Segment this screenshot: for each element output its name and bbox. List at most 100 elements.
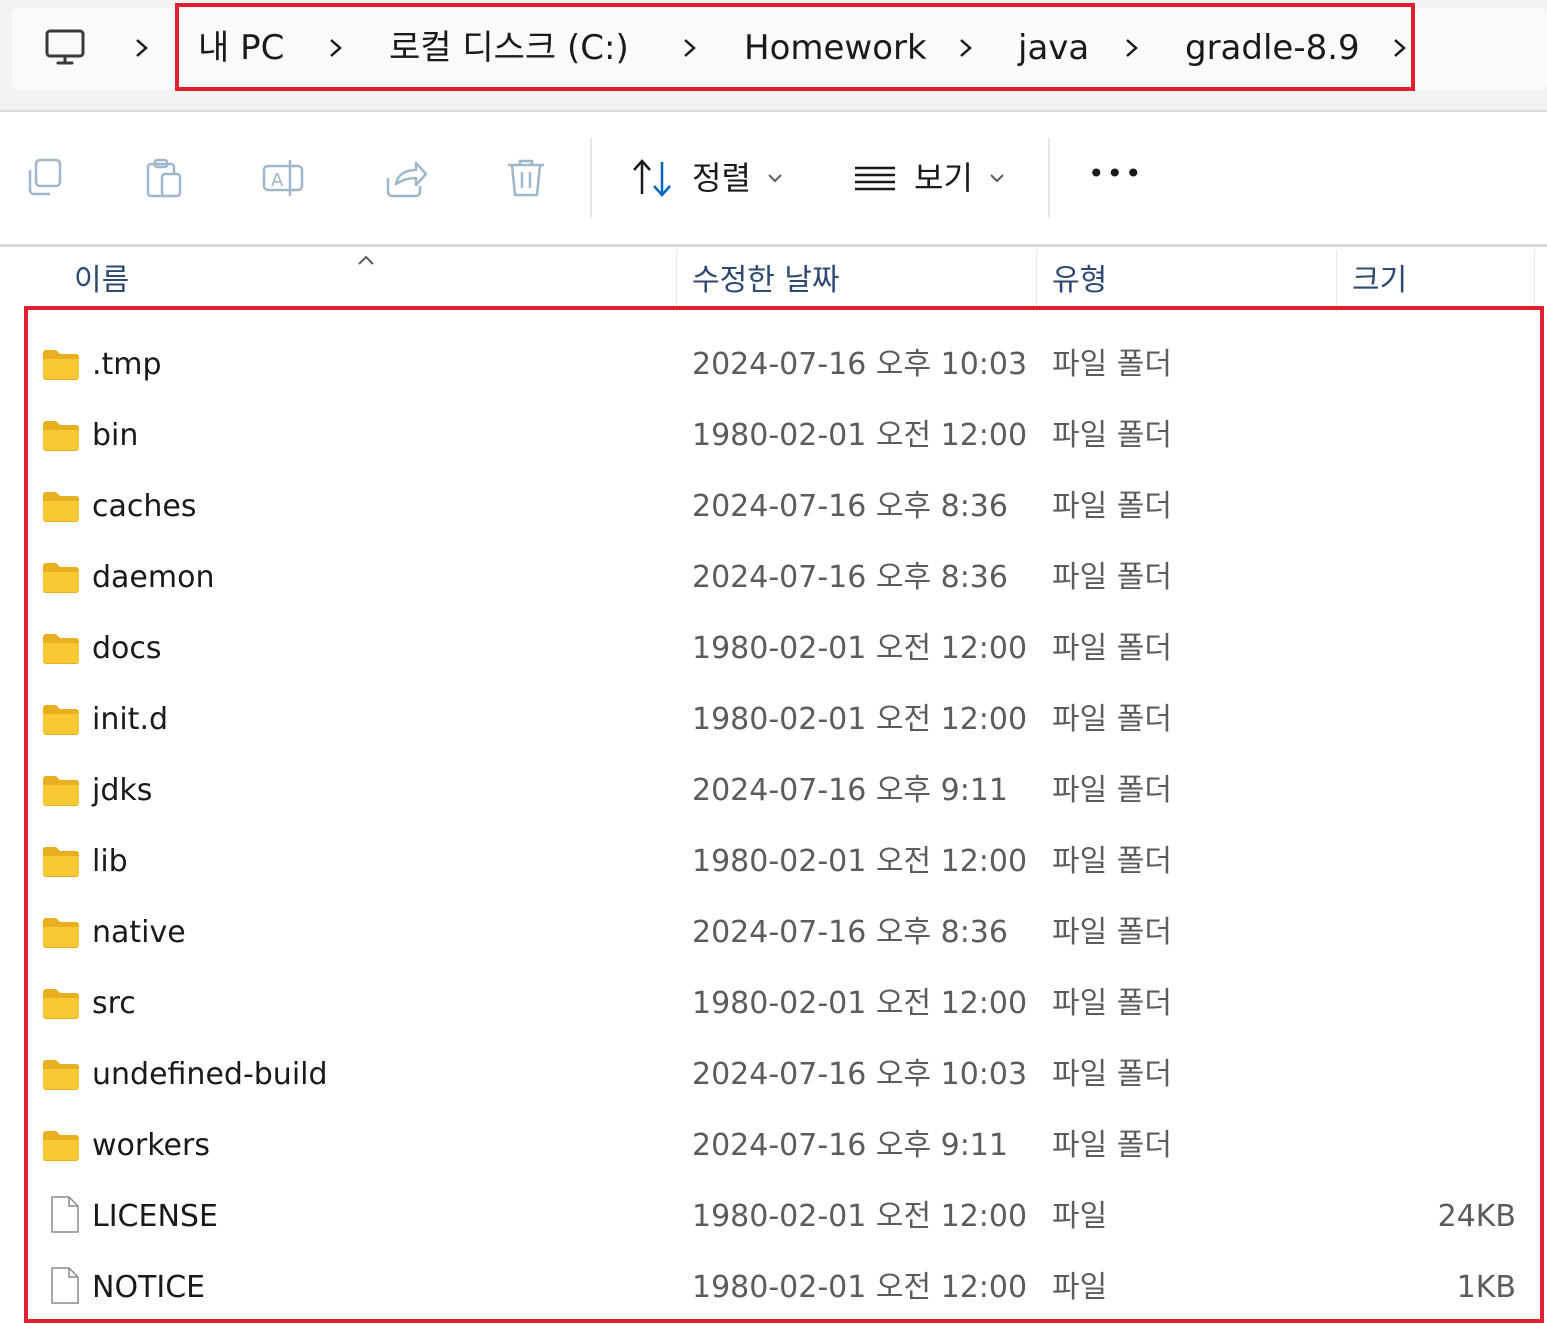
file-type: 파일 폴더 (1052, 1128, 1172, 1163)
sort-button[interactable]: 정렬 (692, 156, 751, 200)
folder-icon (42, 632, 80, 666)
file-type: 파일 (1052, 1270, 1108, 1305)
file-type: 파일 폴더 (1052, 489, 1172, 524)
file-type: 파일 폴더 (1052, 915, 1172, 950)
file-icon (46, 1196, 84, 1233)
view-list-icon[interactable] (852, 156, 900, 200)
column-divider[interactable] (1036, 250, 1037, 312)
file-modified-date: 1980-02-01 오전 12:00 (692, 1199, 1028, 1234)
view-chevron-down-icon[interactable] (986, 168, 1008, 188)
folder-icon (42, 987, 80, 1021)
breadcrumb-item-homework[interactable]: Homework (744, 26, 927, 70)
view-button[interactable]: 보기 (914, 156, 973, 200)
folder-icon (42, 419, 80, 453)
file-modified-date: 2024-07-16 오후 8:36 (692, 560, 1008, 595)
file-name: docs (92, 631, 162, 666)
share-icon[interactable] (384, 156, 428, 200)
paste-icon[interactable] (144, 156, 188, 200)
this-pc-icon[interactable] (44, 28, 86, 68)
file-row[interactable]: bin 1980-02-01 오전 12:00 파일 폴더 (28, 401, 1536, 472)
breadcrumb-item-gradle[interactable]: gradle-8.9 (1185, 26, 1360, 70)
folder-icon (42, 1058, 80, 1092)
column-divider[interactable] (676, 250, 677, 312)
file-type: 파일 폴더 (1052, 773, 1172, 808)
file-row[interactable]: src 1980-02-01 오전 12:00 파일 폴더 (28, 969, 1536, 1040)
file-modified-date: 2024-07-16 오후 9:11 (692, 1128, 1008, 1163)
file-row[interactable]: daemon 2024-07-16 오후 8:36 파일 폴더 (28, 543, 1536, 614)
column-header-name[interactable]: 이름 (74, 250, 129, 312)
file-modified-date: 2024-07-16 오후 10:03 (692, 1057, 1028, 1092)
file-row[interactable]: undefined-build 2024-07-16 오후 10:03 파일 폴더 (28, 1040, 1536, 1111)
file-row[interactable]: native 2024-07-16 오후 8:36 파일 폴더 (28, 898, 1536, 969)
file-name: jdks (92, 773, 153, 808)
column-divider[interactable] (1534, 250, 1535, 312)
folder-icon (42, 490, 80, 524)
breadcrumb-separator-icon[interactable] (1122, 30, 1142, 66)
copy-icon[interactable] (24, 156, 68, 200)
file-row[interactable]: jdks 2024-07-16 오후 9:11 파일 폴더 (28, 756, 1536, 827)
file-modified-date: 1980-02-01 오전 12:00 (692, 844, 1028, 879)
sort-ascending-caret-icon (356, 252, 376, 266)
file-row[interactable]: NOTICE 1980-02-01 오전 12:00 파일 1KB (28, 1253, 1536, 1324)
column-header-size[interactable]: 크기 (1352, 250, 1407, 312)
folder-icon (42, 561, 80, 595)
file-modified-date: 2024-07-16 오후 8:36 (692, 489, 1008, 524)
file-row[interactable]: LICENSE 1980-02-01 오전 12:00 파일 24KB (28, 1182, 1536, 1253)
file-name: lib (92, 844, 128, 879)
breadcrumb-item-local-disk[interactable]: 로컬 디스크 (C:) (389, 26, 629, 70)
breadcrumb-separator-icon[interactable] (132, 30, 152, 66)
file-name: bin (92, 418, 139, 453)
command-bar: A 정렬 보기 ••• (0, 112, 1547, 247)
file-type: 파일 폴더 (1052, 560, 1172, 595)
folder-icon (42, 703, 80, 737)
sort-icon[interactable] (630, 156, 674, 200)
file-type: 파일 폴더 (1052, 631, 1172, 666)
sort-chevron-down-icon[interactable] (764, 168, 786, 188)
file-type: 파일 폴더 (1052, 702, 1172, 737)
file-type: 파일 (1052, 1199, 1108, 1234)
file-name: daemon (92, 560, 215, 595)
file-name: LICENSE (92, 1199, 218, 1234)
rename-icon[interactable]: A (262, 156, 306, 200)
toolbar-divider (1048, 138, 1050, 218)
file-row[interactable]: .tmp 2024-07-16 오후 10:03 파일 폴더 (28, 330, 1536, 401)
file-modified-date: 1980-02-01 오전 12:00 (692, 1270, 1028, 1305)
column-divider[interactable] (1336, 250, 1337, 312)
svg-text:A: A (271, 170, 284, 191)
folder-icon (42, 1129, 80, 1163)
breadcrumb-separator-icon[interactable] (956, 30, 976, 66)
column-header-type[interactable]: 유형 (1052, 250, 1107, 312)
file-modified-date: 1980-02-01 오전 12:00 (692, 986, 1028, 1021)
toolbar-divider (590, 138, 592, 218)
file-modified-date: 2024-07-16 오후 10:03 (692, 347, 1028, 382)
file-modified-date: 1980-02-01 오전 12:00 (692, 418, 1028, 453)
address-bar-area: 내 PC 로컬 디스크 (C:) Homework java gradle-8.… (0, 0, 1547, 112)
breadcrumb-item-java[interactable]: java (1018, 26, 1089, 70)
file-row[interactable]: caches 2024-07-16 오후 8:36 파일 폴더 (28, 472, 1536, 543)
file-row[interactable]: docs 1980-02-01 오전 12:00 파일 폴더 (28, 614, 1536, 685)
file-name: NOTICE (92, 1270, 206, 1305)
file-row[interactable]: lib 1980-02-01 오전 12:00 파일 폴더 (28, 827, 1536, 898)
folder-icon (42, 774, 80, 808)
file-row[interactable]: init.d 1980-02-01 오전 12:00 파일 폴더 (28, 685, 1536, 756)
folder-icon (42, 845, 80, 879)
file-modified-date: 2024-07-16 오후 9:11 (692, 773, 1008, 808)
more-options-button[interactable]: ••• (1088, 152, 1144, 196)
breadcrumb-separator-icon[interactable] (680, 30, 700, 66)
file-modified-date: 1980-02-01 오전 12:00 (692, 631, 1028, 666)
file-name: .tmp (92, 347, 162, 382)
file-modified-date: 1980-02-01 오전 12:00 (692, 702, 1028, 737)
breadcrumb-item-this-pc[interactable]: 내 PC (198, 26, 284, 70)
file-type: 파일 폴더 (1052, 418, 1172, 453)
breadcrumb-separator-icon[interactable] (326, 30, 346, 66)
delete-icon[interactable] (504, 156, 548, 200)
column-header-modified[interactable]: 수정한 날짜 (692, 250, 840, 312)
file-name: workers (92, 1128, 210, 1163)
file-size: 24KB (1437, 1199, 1516, 1234)
file-name: undefined-build (92, 1057, 328, 1092)
file-row[interactable]: workers 2024-07-16 오후 9:11 파일 폴더 (28, 1111, 1536, 1182)
breadcrumb-separator-icon[interactable] (1390, 30, 1410, 66)
file-type: 파일 폴더 (1052, 1057, 1172, 1092)
file-size: 1KB (1456, 1270, 1516, 1305)
file-type: 파일 폴더 (1052, 986, 1172, 1021)
